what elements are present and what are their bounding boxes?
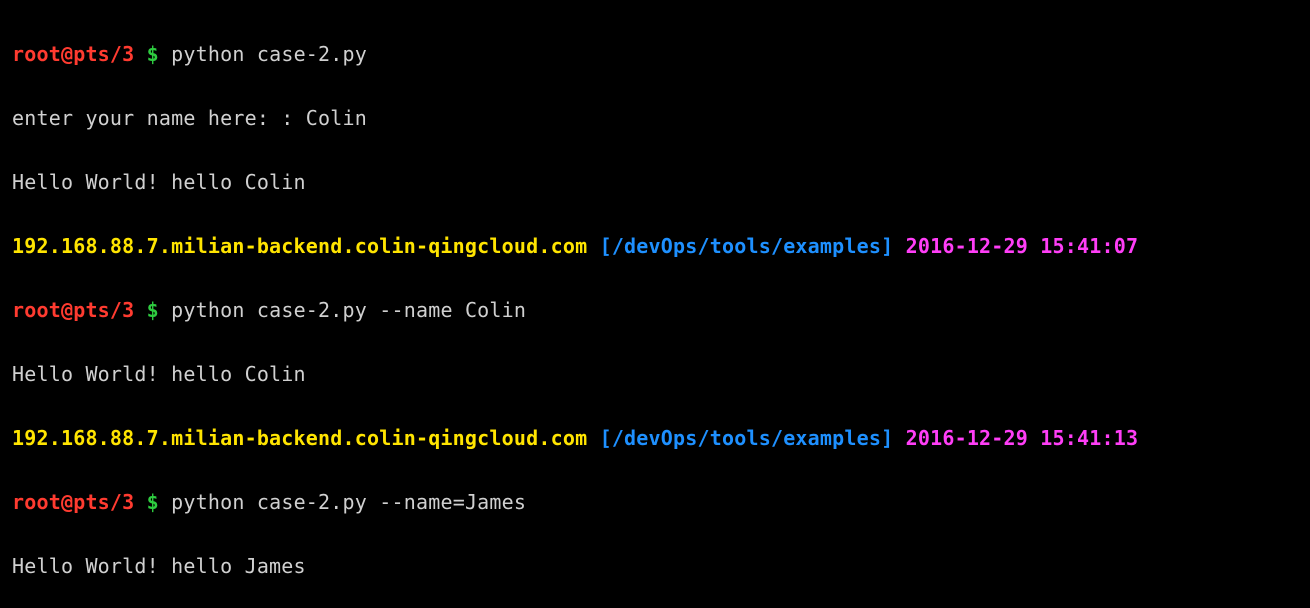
prompt-line-3: root@pts/3 $ python case-2.py --name=Jam… — [12, 486, 1298, 518]
stdout-line: Hello World! hello James — [12, 550, 1298, 582]
host: 192.168.88.7.milian-backend.colin-qingcl… — [12, 234, 600, 258]
cwd-path: [/devOps/tools/examples] — [600, 426, 906, 450]
timestamp: 2016-12-29 15:41:07 — [906, 234, 1139, 258]
prompt-dollar: $ — [134, 490, 171, 514]
stdin-line: enter your name here: : Colin — [12, 102, 1298, 134]
command-text: python case-2.py — [171, 42, 367, 66]
prompt-line-2: root@pts/3 $ python case-2.py --name Col… — [12, 294, 1298, 326]
command-text: python case-2.py --name Colin — [171, 298, 526, 322]
prompt-user: root@pts/3 — [12, 42, 134, 66]
prompt-dollar: $ — [134, 298, 171, 322]
prompt-dollar: $ — [134, 42, 171, 66]
context-line-2: 192.168.88.7.milian-backend.colin-qingcl… — [12, 422, 1298, 454]
command-text: python case-2.py --name=James — [171, 490, 526, 514]
prompt-user: root@pts/3 — [12, 490, 134, 514]
cwd-path: [/devOps/tools/examples] — [600, 234, 906, 258]
timestamp: 2016-12-29 15:41:13 — [906, 426, 1139, 450]
terminal[interactable]: root@pts/3 $ python case-2.py enter your… — [0, 0, 1310, 608]
stdout-line: Hello World! hello Colin — [12, 166, 1298, 198]
stdout-line: Hello World! hello Colin — [12, 358, 1298, 390]
context-line-1: 192.168.88.7.milian-backend.colin-qingcl… — [12, 230, 1298, 262]
host: 192.168.88.7.milian-backend.colin-qingcl… — [12, 426, 600, 450]
prompt-line-1: root@pts/3 $ python case-2.py — [12, 38, 1298, 70]
prompt-user: root@pts/3 — [12, 298, 134, 322]
